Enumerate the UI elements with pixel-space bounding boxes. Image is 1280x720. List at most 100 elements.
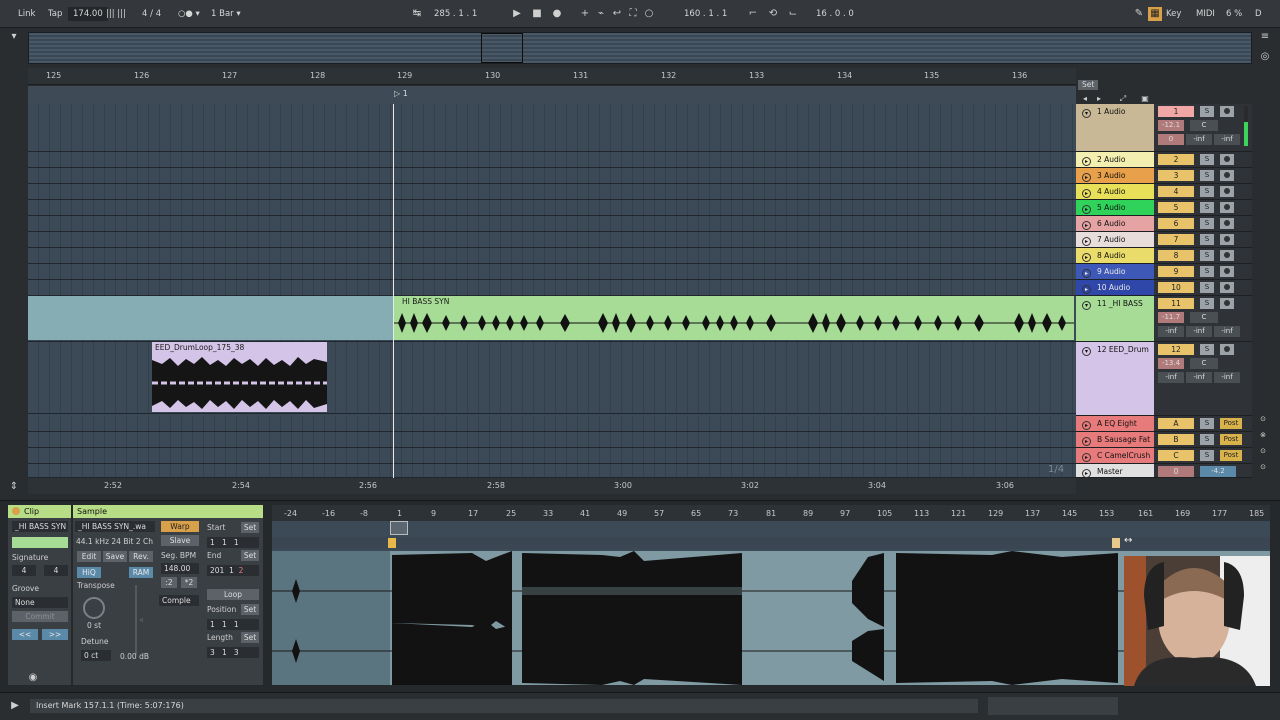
hi-bass-clip-pre[interactable] [28, 296, 394, 340]
end-field[interactable]: 201 1 2 [207, 565, 259, 576]
reverse-button[interactable]: Rev. [129, 551, 153, 562]
pre-post-toggle[interactable]: Post [1220, 418, 1242, 429]
track-name[interactable]: ▸ B Sausage Fat [1076, 432, 1154, 447]
arm-button[interactable] [1220, 266, 1234, 277]
volume-field[interactable]: -13.4 [1158, 358, 1184, 369]
track-activator[interactable]: 1 [1158, 106, 1194, 117]
re-enable-automation-icon[interactable]: ↩ [610, 7, 624, 21]
arm-button[interactable] [1220, 202, 1234, 213]
clip-color-swatch[interactable] [12, 537, 68, 548]
lane-8-audio[interactable] [28, 248, 1076, 264]
solo-button[interactable]: S [1200, 298, 1214, 309]
solo-button[interactable]: S [1200, 434, 1214, 445]
signature-denominator[interactable]: 4 [44, 565, 68, 576]
set-length-button[interactable]: Set [241, 632, 259, 643]
fold-icon[interactable]: ▸ [1082, 221, 1091, 230]
track-activator[interactable]: 3 [1158, 170, 1194, 181]
pre-post-toggle[interactable]: Post [1220, 434, 1242, 445]
browser-toggle-icon[interactable]: ◎ [1258, 50, 1272, 64]
track-header[interactable]: ▸ 6 Audio 6 S [1076, 216, 1252, 232]
link-button[interactable]: Link [18, 7, 35, 21]
lane-master[interactable] [28, 464, 1076, 478]
sample-editor[interactable]: -24 -16 -8 1 9 17 25 33 41 49 57 65 73 8… [272, 505, 1270, 685]
hi-bass-clip[interactable]: HI BASS SYN [394, 296, 1074, 340]
return-track-header[interactable]: ▸ C CamelCrush C S Post [1076, 448, 1252, 464]
quantize-select[interactable]: 1 Bar ▾ [211, 7, 241, 21]
arm-button[interactable] [1220, 298, 1234, 309]
pan-field[interactable]: C [1190, 312, 1218, 323]
sample-editor-ruler[interactable]: -24 -16 -8 1 9 17 25 33 41 49 57 65 73 8… [272, 505, 1270, 521]
fold-icon[interactable]: ▸ [1082, 173, 1091, 182]
transpose-knob[interactable] [83, 597, 105, 619]
fold-icon[interactable]: ▾ [1082, 109, 1091, 118]
track-header[interactable]: ▸ 2 Audio 2 S [1076, 152, 1252, 168]
loop-brace-icon[interactable] [390, 521, 408, 535]
solo-button[interactable]: S [1200, 218, 1214, 229]
track-name[interactable]: ▸ 3 Audio [1076, 168, 1154, 183]
arm-button[interactable] [1220, 106, 1234, 117]
fold-icon[interactable]: ▸ [1082, 421, 1091, 430]
fold-icon[interactable]: ▾ [1082, 347, 1091, 356]
fold-icon[interactable]: ▾ [1082, 301, 1091, 310]
arm-button[interactable] [1220, 186, 1234, 197]
lane-6-audio[interactable] [28, 216, 1076, 232]
edit-button[interactable]: Edit [77, 551, 101, 562]
double-tempo-button[interactable]: *2 [181, 577, 197, 588]
play-preview-icon[interactable]: ▶ [8, 699, 22, 713]
draw-mode-icon[interactable]: ✎ [1132, 7, 1146, 21]
start-field[interactable]: 1 1 1 [207, 537, 259, 548]
lane-3-audio[interactable] [28, 168, 1076, 184]
track-name[interactable]: ▸ Master [1076, 464, 1154, 478]
lane-return-c[interactable] [28, 448, 1076, 464]
expand-icon[interactable]: ⇕ [7, 480, 21, 494]
sample-file-field[interactable]: _HI BASS SYN_.wa [75, 521, 155, 532]
io-toggle-icon[interactable]: ⊙ [1256, 412, 1270, 426]
seg-bpm-field[interactable]: 148.00 [161, 563, 199, 574]
slave-button[interactable]: Slave [161, 535, 199, 546]
tap-button[interactable]: Tap [48, 7, 62, 21]
arm-button[interactable] [1220, 218, 1234, 229]
punch-out-icon[interactable]: ⌙ [786, 7, 800, 21]
arm-button[interactable] [1220, 282, 1234, 293]
lane-5-audio[interactable] [28, 200, 1076, 216]
clip-name-field[interactable]: _HI BASS SYN [12, 521, 68, 532]
end-marker[interactable] [1112, 538, 1120, 548]
loop-button[interactable]: Loop [207, 589, 259, 600]
halve-tempo-button[interactable]: :2 [161, 577, 177, 588]
track-name[interactable]: ▸ 9 Audio [1076, 264, 1154, 279]
arm-button[interactable] [1220, 170, 1234, 181]
volume-field[interactable]: -11.7 [1158, 312, 1184, 323]
warp-button[interactable]: Warp [161, 521, 199, 532]
track-header[interactable]: ▸ 8 Audio 8 S [1076, 248, 1252, 264]
warp-marker-strip[interactable]: ↔ [272, 535, 1270, 549]
gain-slider-handle[interactable]: ◃ [139, 615, 143, 624]
follow-icon[interactable]: ↹ [410, 7, 424, 21]
return-track-header[interactable]: ▸ B Sausage Fat B S Post [1076, 432, 1252, 448]
track-name[interactable]: ▸ 4 Audio [1076, 184, 1154, 199]
solo-button[interactable]: S [1200, 344, 1214, 355]
play-icon[interactable]: ▶ [510, 7, 524, 21]
lane-2-audio[interactable] [28, 152, 1076, 168]
track-name[interactable]: ▸ 6 Audio [1076, 216, 1154, 231]
track-name[interactable]: ▾ 12 EED_Drum [1076, 342, 1154, 415]
track-activator[interactable]: 10 [1158, 282, 1194, 293]
menu-icon[interactable]: ≡ [1258, 30, 1272, 44]
overdub-icon[interactable]: + [578, 7, 592, 21]
send-field[interactable]: 0 [1158, 134, 1184, 145]
sample-waveform[interactable] [272, 551, 1270, 685]
track-header[interactable]: ▸ 3 Audio 3 S [1076, 168, 1252, 184]
solo-button[interactable]: S [1200, 170, 1214, 181]
tempo-field[interactable]: 174.00 [68, 7, 108, 21]
delay-toggle-icon[interactable]: ⊙ [1256, 460, 1270, 474]
loop-start-field[interactable]: 160 . 1 . 1 [684, 7, 727, 21]
track-name[interactable]: ▸ 5 Audio [1076, 200, 1154, 215]
arrangement-position[interactable]: 285 . 1 . 1 [434, 7, 477, 21]
drum-loop-clip[interactable]: EED_DrumLoop_175_38 [152, 342, 327, 412]
lane-9-audio[interactable] [28, 264, 1076, 280]
track-activator[interactable]: 11 [1158, 298, 1194, 309]
lane-4-audio[interactable] [28, 184, 1076, 200]
track-name[interactable]: ▸ 10 Audio [1076, 280, 1154, 295]
fold-icon[interactable]: ▸ [1082, 237, 1091, 246]
track-activator[interactable]: 5 [1158, 202, 1194, 213]
ram-button[interactable]: RAM [129, 567, 153, 578]
